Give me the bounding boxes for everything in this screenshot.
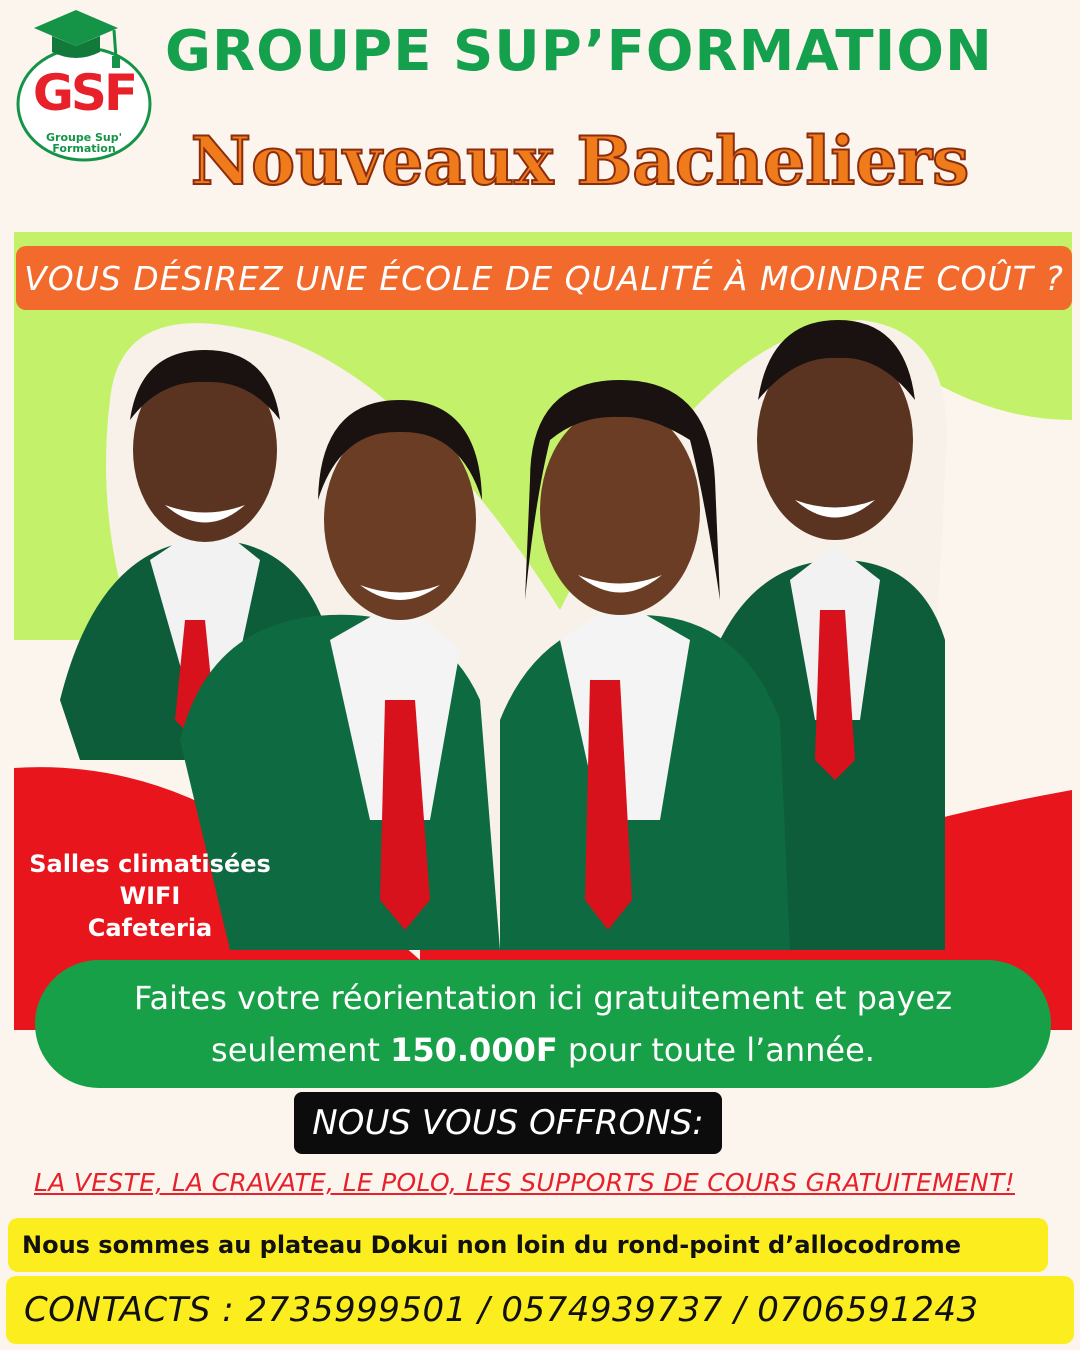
question-text: VOUS DÉSIREZ UNE ÉCOLE DE QUALITÉ À MOIN… <box>24 258 1064 298</box>
features-list: Salles climatisées WIFI Cafeteria <box>0 848 300 944</box>
offrons-banner: NOUS VOUS OFFRONS: <box>294 1092 722 1154</box>
contacts-text: CONTACTS : 2735999501 / 0574939737 / 070… <box>24 1290 979 1330</box>
address-banner: Nous sommes au plateau Dokui non loin du… <box>8 1218 1048 1272</box>
offer-price: 150.000F <box>390 1031 558 1069</box>
offer-line2: seulement 150.000F pour toute l’année. <box>211 1024 875 1076</box>
address-text: Nous sommes au plateau Dokui non loin du… <box>22 1231 961 1259</box>
offer-line2-after: pour toute l’année. <box>557 1031 875 1069</box>
offer-line1: Faites votre réorientation ici gratuitem… <box>134 979 952 1017</box>
main-title: Nouveaux Bacheliers <box>190 122 971 200</box>
gifts-text: LA VESTE, LA CRAVATE, LE POLO, LES SUPPO… <box>34 1168 1015 1197</box>
feature-item: WIFI <box>119 882 181 910</box>
offer-line2-before: seulement <box>211 1031 391 1069</box>
feature-item: Salles climatisées <box>29 850 271 878</box>
feature-item: Cafeteria <box>87 914 213 942</box>
offrons-text: NOUS VOUS OFFRONS: <box>312 1103 704 1143</box>
offer-banner: Faites votre réorientation ici gratuitem… <box>35 960 1051 1088</box>
question-banner: VOUS DÉSIREZ UNE ÉCOLE DE QUALITÉ À MOIN… <box>16 246 1072 310</box>
brand-title: GROUPE SUP’FORMATION <box>165 19 993 84</box>
contacts-banner: CONTACTS : 2735999501 / 0574939737 / 070… <box>6 1276 1074 1344</box>
logo-abbr: GSF <box>32 64 138 122</box>
